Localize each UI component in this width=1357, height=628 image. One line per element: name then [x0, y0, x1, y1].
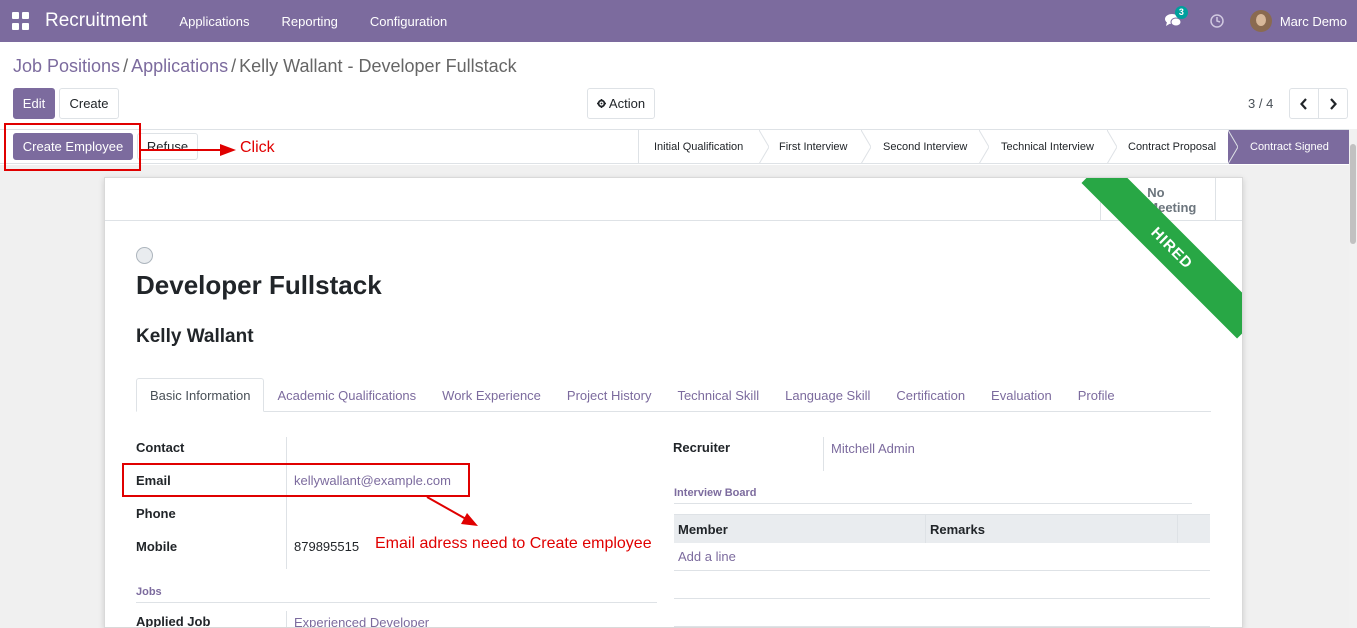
interview-board-title: Interview Board: [674, 487, 757, 499]
action-label: Action: [608, 96, 646, 111]
activity-clock-icon[interactable]: [1210, 14, 1224, 28]
stage-initial-qualification[interactable]: Initial Qualification: [638, 130, 769, 164]
gear-icon: [596, 99, 606, 108]
highlight-create-employee: [4, 123, 141, 171]
menu-reporting[interactable]: Reporting: [266, 14, 354, 29]
stage-label: Second Interview: [883, 141, 968, 153]
stage-pipeline: Initial Qualification First Interview Se…: [638, 130, 1349, 164]
column-actions: [1178, 515, 1210, 543]
tab-evaluation[interactable]: Evaluation: [978, 378, 1065, 412]
stage-technical-interview[interactable]: Technical Interview: [979, 130, 1117, 164]
phone-label: Phone: [136, 506, 176, 521]
tab-basic-information[interactable]: Basic Information: [136, 378, 265, 412]
scrollbar[interactable]: [1349, 129, 1357, 628]
click-annotation: Click: [240, 139, 275, 156]
chevron-right-icon: [1330, 97, 1337, 110]
tab-language-skill[interactable]: Language Skill: [772, 378, 883, 412]
form-sheet: No Meeting HIRED Developer Fullstack Kel…: [104, 177, 1243, 628]
action-button[interactable]: Action: [587, 88, 655, 119]
stage-label: First Interview: [779, 141, 848, 153]
stage-label: Contract Signed: [1250, 141, 1329, 153]
breadcrumb-job-positions[interactable]: Job Positions: [13, 56, 120, 76]
notebook-tabs: Basic Information Academic Qualification…: [136, 378, 1211, 412]
candidate-name: Kelly Wallant: [136, 326, 254, 347]
scrollbar-thumb[interactable]: [1350, 144, 1356, 244]
mobile-label: Mobile: [136, 539, 178, 554]
tab-certification[interactable]: Certification: [883, 378, 978, 412]
tab-profile[interactable]: Profile: [1065, 378, 1128, 412]
applied-job-label: Applied Job: [136, 614, 211, 628]
table-row: [674, 571, 1210, 599]
field-divider: [286, 437, 287, 569]
mobile-field[interactable]: 879895515: [294, 539, 359, 554]
chat-icon[interactable]: 3: [1164, 6, 1188, 29]
chat-count-badge: 3: [1174, 6, 1188, 19]
refuse-button[interactable]: Refuse: [137, 133, 198, 160]
group-divider: [674, 503, 1192, 504]
column-remarks[interactable]: Remarks: [926, 515, 1178, 543]
menu-configuration[interactable]: Configuration: [354, 14, 463, 29]
field-divider: [286, 611, 287, 627]
create-button[interactable]: Create: [59, 88, 119, 119]
breadcrumb-separator: /: [123, 56, 129, 76]
pager-next-button[interactable]: [1318, 88, 1348, 119]
stage-label: Technical Interview: [1001, 141, 1094, 153]
edit-button[interactable]: Edit: [13, 88, 55, 119]
pager-previous-button[interactable]: [1289, 88, 1319, 119]
tab-academic-qualifications[interactable]: Academic Qualifications: [264, 378, 429, 412]
contact-label: Contact: [136, 440, 185, 455]
field-divider: [823, 437, 824, 471]
apps-menu-icon[interactable]: [12, 12, 30, 30]
smart-button-box: No Meeting: [105, 178, 1242, 221]
column-member[interactable]: Member: [674, 515, 926, 543]
user-avatar[interactable]: [1249, 10, 1272, 32]
add-line-link[interactable]: Add a line: [674, 543, 1210, 571]
chevron-left-icon: [1300, 97, 1307, 110]
stage-second-interview[interactable]: Second Interview: [861, 130, 989, 164]
table-header: Member Remarks: [674, 514, 1210, 543]
jobs-group-title: Jobs: [136, 586, 162, 598]
recruiter-label: Recruiter: [673, 440, 731, 455]
tab-work-experience[interactable]: Work Experience: [429, 378, 554, 412]
stage-label: Initial Qualification: [654, 141, 744, 153]
statusbar: Create Employee Refuse Initial Qualifica…: [0, 129, 1349, 164]
menu-applications[interactable]: Applications: [163, 14, 265, 29]
breadcrumb-current: Kelly Wallant - Developer Fullstack: [239, 56, 517, 76]
priority-circle[interactable]: [136, 247, 153, 264]
recruiter-field[interactable]: Mitchell Admin: [831, 441, 915, 456]
email-annotation: Email adress need to Create employee: [375, 535, 652, 552]
app-title[interactable]: Recruitment: [45, 10, 147, 32]
group-divider: [136, 602, 657, 603]
tab-technical-skill[interactable]: Technical Skill: [664, 378, 772, 412]
tab-project-history[interactable]: Project History: [554, 378, 665, 412]
breadcrumb: Job Positions / Applications / Kelly Wallant…: [13, 56, 517, 77]
stage-label: Contract Proposal: [1128, 141, 1217, 153]
stage-contract-signed[interactable]: Contract Signed: [1228, 130, 1349, 164]
top-navbar: Recruitment Applications Reporting Confi…: [0, 0, 1357, 42]
table-row: [674, 599, 1210, 627]
breadcrumb-applications[interactable]: Applications: [131, 56, 228, 76]
job-title: Developer Fullstack: [136, 270, 382, 300]
stage-first-interview[interactable]: First Interview: [759, 130, 871, 164]
interview-board-table: Member Remarks Add a line: [674, 514, 1210, 627]
applied-job-field[interactable]: Experienced Developer: [294, 615, 429, 627]
highlight-email: [122, 463, 470, 497]
stage-contract-proposal[interactable]: Contract Proposal: [1107, 130, 1238, 164]
breadcrumb-separator: /: [231, 56, 237, 76]
user-name[interactable]: Marc Demo: [1280, 14, 1347, 29]
pager-value[interactable]: 3 / 4: [1248, 96, 1273, 111]
